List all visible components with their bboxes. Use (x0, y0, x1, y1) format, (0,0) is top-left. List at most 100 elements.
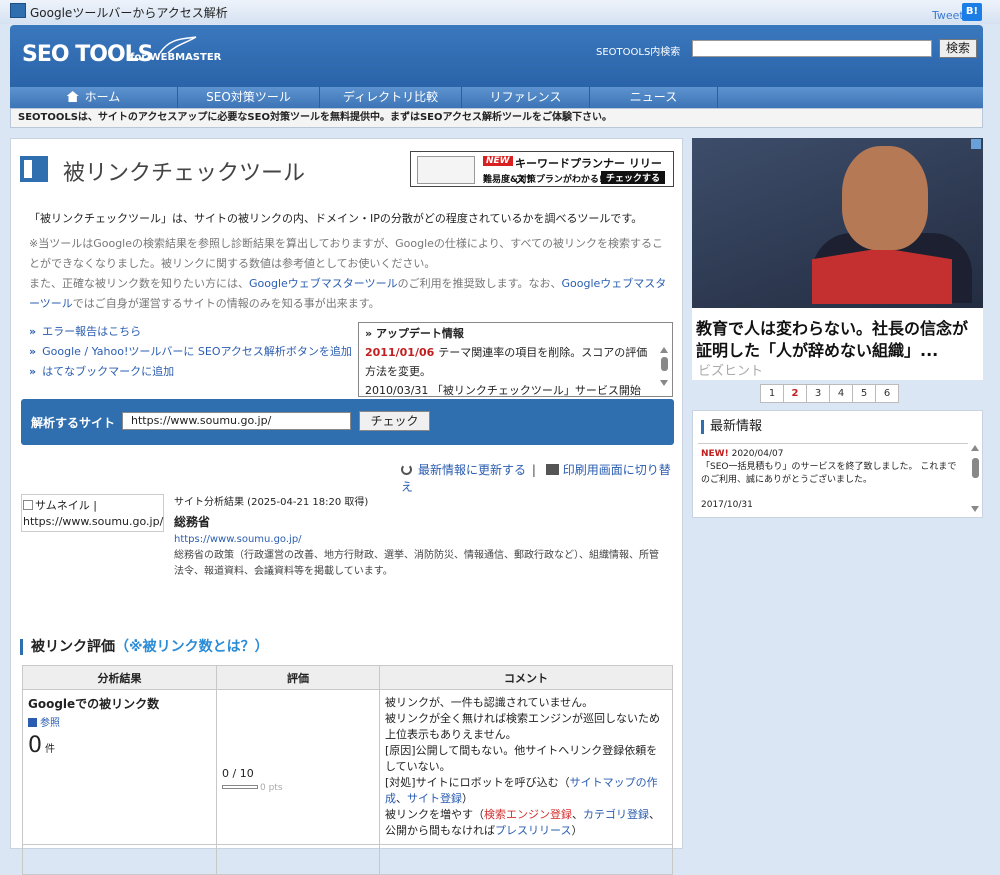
scroll-up-icon[interactable] (971, 445, 979, 451)
notice-bar: SEOTOOLSは、サイトのアクセスアップに必要なSEO対策ツールを無料提供中。… (10, 108, 983, 128)
comment-text: 、 (396, 792, 407, 805)
note-line-1: ※当ツールはGoogleの検索結果を参照し診断結果を算出しておりますが、Goog… (29, 237, 664, 270)
section-heading: 被リンク評価（※被リンク数とは？） (20, 639, 269, 655)
ad-choices-icon[interactable] (971, 139, 981, 149)
home-icon (66, 91, 79, 102)
link-error-report[interactable]: エラー報告はこちら (29, 322, 359, 342)
empty-cell (216, 844, 380, 875)
banner-check-button[interactable]: チェックする (601, 171, 666, 184)
news-divider (698, 443, 968, 444)
site-search-input[interactable] (692, 40, 932, 57)
check-button[interactable]: チェック (359, 411, 430, 431)
nav-directory[interactable]: ディレクトリ比較 (320, 87, 462, 108)
refresh-link[interactable]: 最新情報に更新する (418, 463, 526, 477)
result-site-name: 総務省 (174, 515, 211, 529)
nav-home[interactable]: ホーム (10, 87, 178, 108)
table-row: Googleでの被リンク数 参照 0件 0 / 10 0 pts 被リンクが、一… (22, 689, 673, 845)
gwt-link[interactable]: Googleウェブマスターツール (249, 277, 398, 290)
news-box: 最新情報 NEW! 2020/04/07 「SEO一括見積もり」のサービスを終了… (692, 410, 983, 518)
link-add-toolbar[interactable]: Google / Yahoo!ツールバーに SEOアクセス解析ボタンを追加 (29, 342, 359, 362)
scroll-down-icon[interactable] (971, 506, 979, 512)
scrollbar-thumb[interactable] (661, 357, 668, 371)
tweet-button[interactable]: Tweet (932, 9, 964, 22)
pager-page-6[interactable]: 6 (875, 384, 899, 403)
comment-line-1: 被リンクが、一件も認識されていません。 (385, 696, 594, 709)
comment-line-3: [原因]公開して間もない。他サイトへリンク登録依頼をしていない。 (385, 744, 658, 773)
col-header-comment: コメント (379, 665, 673, 690)
score-cell: 0 / 10 0 pts (216, 689, 380, 845)
pager-page-4[interactable]: 4 (829, 384, 853, 403)
search-engine-register-link[interactable]: 検索エンジン登録 (484, 808, 572, 821)
category-register-link[interactable]: カテゴリ登録 (583, 808, 649, 821)
pager-page-5[interactable]: 5 (852, 384, 876, 403)
update-date-1: 2011/01/06 (365, 346, 435, 359)
action-separator: | (531, 463, 536, 477)
update-info-box[interactable]: アップデート情報 2011/01/06テーマ関連率の項目を削除。スコアの評価方法… (358, 322, 673, 397)
backlink-eval-table: 分析結果 評価 コメント Googleでの被リンク数 参照 0件 0 / 10 … (22, 665, 673, 875)
section-title: 被リンク評価 (31, 639, 115, 655)
ad-photo-shirt (812, 248, 952, 304)
scroll-up-icon[interactable] (660, 347, 668, 353)
table-header-row: 分析結果 評価 コメント (22, 665, 673, 690)
nav-seo-tools[interactable]: SEO対策ツール (178, 87, 320, 108)
result-url-link[interactable]: https://www.soumu.go.jp/ (174, 534, 302, 545)
comment-line-5: 被リンクを増やす（検索エンジン登録、カテゴリ登録、公開から間もなければプレスリリ… (385, 807, 667, 839)
scrollbar-thumb[interactable] (972, 458, 979, 478)
link-hatena-bookmark[interactable]: はてなブックマークに追加 (29, 362, 359, 382)
site-register-link[interactable]: サイト登録 (407, 792, 462, 805)
link-error-report-label[interactable]: エラー報告はこちら (42, 325, 141, 338)
comment-line-4: [対処]サイトにロボットを呼び込む（サイトマップの作成、サイト登録） (385, 775, 667, 807)
ad-pager: 123456 (760, 384, 899, 403)
thumbnail-alt: サムネイル | (23, 498, 162, 514)
site-thumbnail[interactable]: サムネイル | https://www.soumu.go.jp/ (21, 494, 164, 532)
col-header-score: 評価 (216, 665, 380, 690)
table-row (22, 844, 673, 875)
keyword-planner-banner[interactable]: NEW キーワードプランナー リリース! 難易度&対策プランがわかる! チェック… (410, 151, 674, 187)
pager-page-3[interactable]: 3 (806, 384, 830, 403)
nav-reference[interactable]: リファレンス (462, 87, 590, 108)
what-is-backlink-link[interactable]: （※被リンク数とは？） (115, 639, 269, 655)
action-links: 最新情報に更新する | 印刷用画面に切り替え (401, 461, 682, 495)
news-list[interactable]: NEW! 2020/04/07 「SEO一括見積もり」のサービスを終了致しました… (701, 448, 963, 518)
site-result: サイト分析結果 (2025-04-21 18:20 取得) 総務省 https:… (174, 495, 664, 580)
backlink-count: 0件 (28, 733, 211, 758)
ad-photo-face (842, 146, 928, 250)
score-value: 0 / 10 (222, 767, 254, 780)
analyze-url-input[interactable]: https://www.soumu.go.jp/ (122, 412, 351, 430)
note-line-2: また、正確な被リンク数を知りたい方には、Googleウェブマスターツールのご利用… (29, 274, 669, 314)
top-toolbar: Googleツールバーからアクセス解析 Tweet B! (0, 0, 1000, 24)
analyze-label: 解析するサイト (31, 416, 116, 430)
banner-new-badge: NEW (483, 156, 513, 166)
link-hatena-label[interactable]: はてなブックマークに追加 (42, 365, 174, 378)
nav-home-label: ホーム (84, 90, 121, 104)
pager-page-2[interactable]: 2 (783, 384, 807, 403)
analyze-form: 解析するサイト https://www.soumu.go.jp/ チェック (21, 399, 674, 445)
advertisement[interactable]: 教育で人は変わらない。社長の信念が証明した「人が辞めない組織」... ビズヒント (692, 138, 983, 380)
update-date-2: 2010/03/31 (365, 384, 429, 397)
search-button[interactable]: 検索 (939, 39, 977, 58)
result-meta: サイト分析結果 (2025-04-21 18:20 取得) (174, 497, 369, 508)
backlink-tool-icon (20, 156, 48, 182)
refresh-icon (401, 464, 412, 475)
link-add-toolbar-label[interactable]: Google / Yahoo!ツールバーに SEOアクセス解析ボタンを追加 (42, 345, 352, 358)
backlink-count-unit: 件 (45, 744, 55, 755)
comment-text: ） (571, 824, 583, 837)
main-nav: ホーム SEO対策ツール ディレクトリ比較 リファレンス ニュース (10, 87, 983, 108)
news-date-2: 2017/10/31 (701, 500, 753, 510)
scroll-down-icon[interactable] (660, 380, 668, 386)
hatena-bookmark-button[interactable]: B! (962, 3, 982, 21)
print-icon (545, 464, 559, 475)
reference-link[interactable]: 参照 (28, 714, 211, 729)
score-bar (222, 785, 258, 789)
nav-news[interactable]: ニュース (590, 87, 718, 108)
comment-text: 、 (572, 808, 583, 821)
toolbar-title[interactable]: Googleツールバーからアクセス解析 (30, 4, 228, 21)
thumbnail-url: https://www.soumu.go.jp/ (23, 515, 164, 528)
pager-page-1[interactable]: 1 (760, 384, 784, 403)
result-cell: Googleでの被リンク数 参照 0件 (22, 689, 217, 845)
banner-subtext: 難易度&対策プランがわかる! (483, 175, 603, 185)
note-text-part: また、正確な被リンク数を知りたい方には、 (29, 277, 249, 290)
comment-text: ） (462, 792, 473, 805)
press-release-link[interactable]: プレスリリース (495, 824, 571, 837)
banner-screenshot (417, 156, 475, 184)
